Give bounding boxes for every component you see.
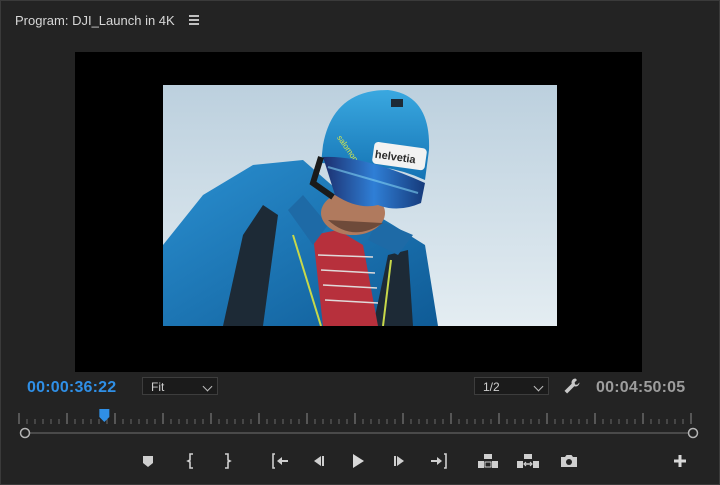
chevron-down-icon	[533, 381, 544, 392]
transport-controls	[1, 449, 719, 475]
panel-title[interactable]: Program: DJI_Launch in 4K	[15, 13, 175, 28]
time-ruler[interactable]	[17, 407, 693, 427]
zoom-level-value: Fit	[151, 380, 165, 394]
step-back-icon[interactable]	[306, 449, 330, 473]
step-forward-icon[interactable]	[388, 449, 412, 473]
duration-timecode: 00:04:50:05	[596, 379, 686, 396]
go-to-out-icon[interactable]	[427, 449, 451, 473]
zoom-level-select[interactable]: Fit	[142, 377, 218, 395]
extract-icon[interactable]	[516, 449, 540, 473]
add-marker-icon[interactable]	[136, 449, 160, 473]
wrench-icon[interactable]	[563, 377, 581, 395]
program-viewer[interactable]: helvetia salomon	[75, 52, 642, 372]
mark-in-icon[interactable]	[179, 449, 203, 473]
program-monitor-panel: Program: DJI_Launch in 4K helvetia salom…	[0, 0, 720, 485]
lift-icon[interactable]	[476, 449, 500, 473]
export-frame-icon[interactable]	[557, 449, 581, 473]
panel-header: Program: DJI_Launch in 4K	[1, 1, 719, 37]
playhead[interactable]	[99, 409, 110, 422]
mark-out-icon[interactable]	[215, 449, 239, 473]
current-timecode[interactable]: 00:00:36:22	[27, 379, 116, 397]
button-editor-icon[interactable]	[668, 449, 692, 473]
play-icon[interactable]	[346, 449, 370, 473]
scrollbar-right-handle[interactable]	[687, 427, 699, 439]
scrollbar-left-handle[interactable]	[19, 427, 31, 439]
video-frame: helvetia salomon	[163, 85, 557, 326]
playback-resolution-value: 1/2	[483, 380, 500, 394]
go-to-in-icon[interactable]	[268, 449, 292, 473]
hamburger-menu-icon[interactable]	[189, 15, 199, 25]
chevron-down-icon	[202, 381, 213, 392]
zoom-scrollbar[interactable]	[19, 426, 699, 440]
playback-resolution-select[interactable]: 1/2	[474, 377, 549, 395]
